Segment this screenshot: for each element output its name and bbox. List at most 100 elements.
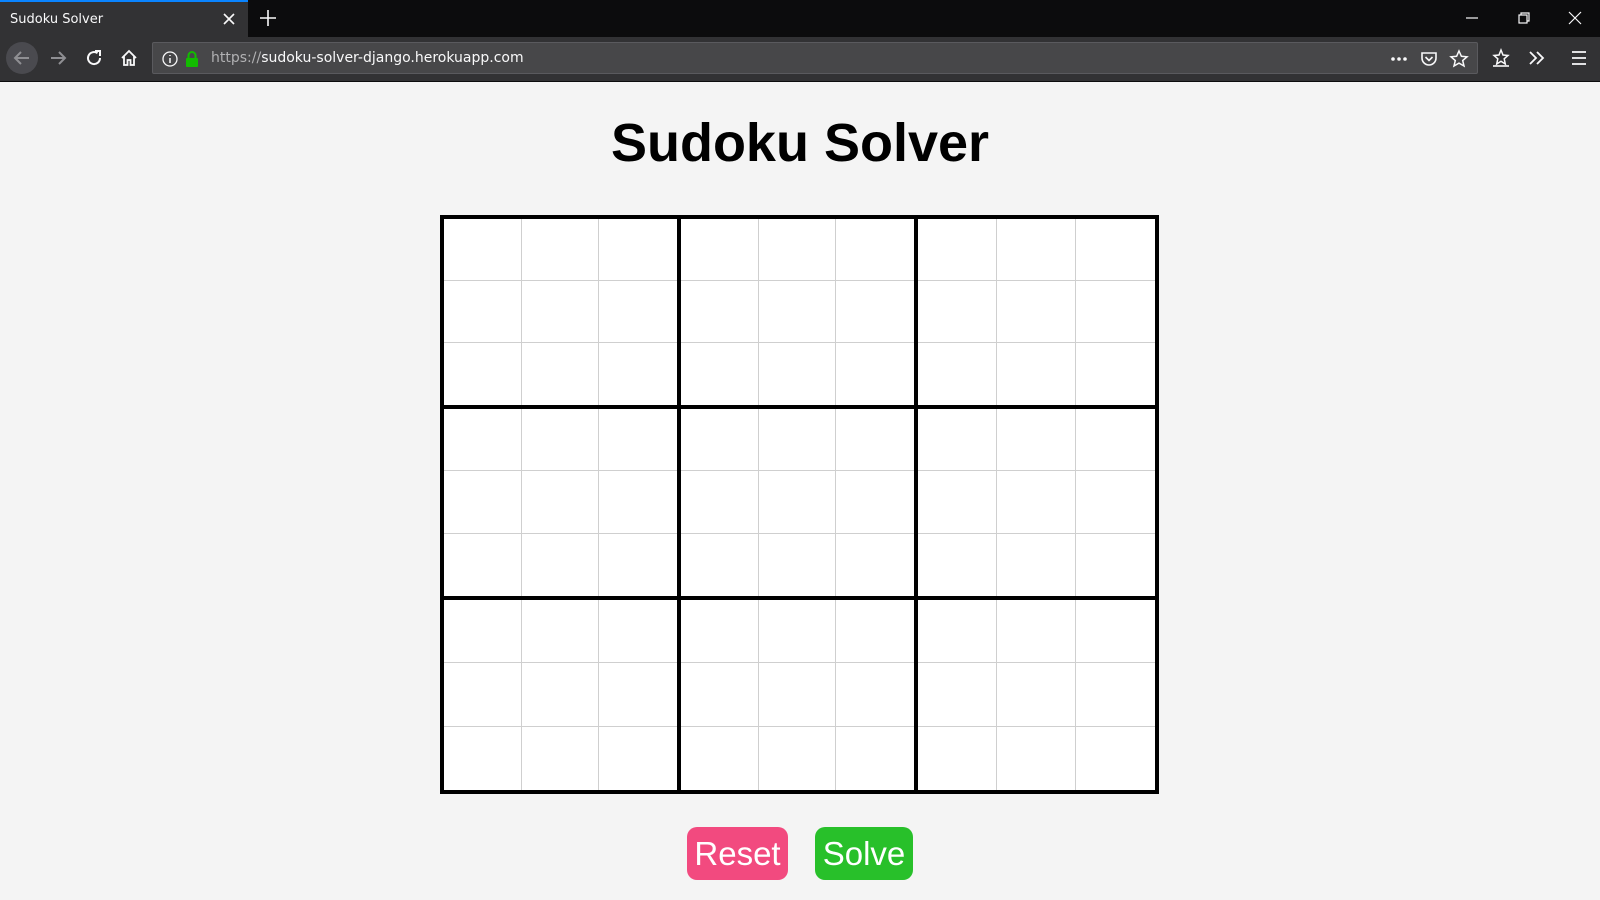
sudoku-cell[interactable]: [918, 599, 997, 664]
sudoku-cell[interactable]: [521, 726, 600, 790]
sudoku-cell[interactable]: [521, 409, 600, 472]
sudoku-cell[interactable]: [1076, 599, 1155, 664]
sudoku-cell[interactable]: [836, 663, 914, 727]
info-icon[interactable]: [161, 50, 179, 68]
minimize-icon[interactable]: [1460, 6, 1484, 30]
sudoku-cell[interactable]: [918, 471, 997, 534]
sudoku-cell[interactable]: [521, 471, 600, 534]
sudoku-cell[interactable]: [681, 471, 759, 534]
sudoku-cell[interactable]: [444, 663, 522, 727]
sudoku-cell[interactable]: [681, 343, 759, 406]
close-icon[interactable]: [220, 10, 238, 28]
sudoku-cell[interactable]: [997, 599, 1076, 664]
sudoku-cell[interactable]: [444, 343, 522, 406]
sudoku-cell[interactable]: [758, 471, 837, 534]
sudoku-cell[interactable]: [681, 726, 759, 790]
sudoku-cell[interactable]: [758, 663, 837, 727]
sudoku-cell[interactable]: [997, 663, 1076, 727]
sudoku-cell[interactable]: [758, 409, 837, 472]
sudoku-cell[interactable]: [681, 533, 759, 596]
sudoku-cell[interactable]: [918, 726, 997, 790]
sudoku-cell[interactable]: [444, 599, 522, 664]
sudoku-cell[interactable]: [599, 281, 677, 344]
sudoku-cell[interactable]: [1076, 343, 1155, 406]
sudoku-cell[interactable]: [918, 281, 997, 344]
reset-button[interactable]: Reset: [687, 827, 788, 880]
sudoku-cell[interactable]: [599, 533, 677, 596]
sudoku-cell[interactable]: [997, 533, 1076, 596]
plus-icon[interactable]: [258, 8, 278, 28]
sudoku-cell[interactable]: [444, 471, 522, 534]
sudoku-cell[interactable]: [1076, 726, 1155, 790]
sudoku-cell[interactable]: [521, 281, 600, 344]
sudoku-cell[interactable]: [521, 343, 600, 406]
more-icon[interactable]: [1389, 49, 1409, 69]
sudoku-cell[interactable]: [918, 343, 997, 406]
sudoku-cell[interactable]: [1076, 219, 1155, 282]
sudoku-cell[interactable]: [836, 343, 914, 406]
sudoku-cell[interactable]: [681, 599, 759, 664]
sudoku-cell[interactable]: [521, 663, 600, 727]
home-button[interactable]: [113, 42, 145, 74]
sudoku-cell[interactable]: [997, 219, 1076, 282]
library-icon[interactable]: [1490, 47, 1512, 69]
sudoku-cell[interactable]: [836, 533, 914, 596]
sudoku-cell[interactable]: [918, 219, 997, 282]
sudoku-cell[interactable]: [997, 281, 1076, 344]
sudoku-cell[interactable]: [1076, 409, 1155, 472]
chevron-double-right-icon[interactable]: [1526, 47, 1548, 69]
back-button[interactable]: [6, 42, 38, 74]
sudoku-cell[interactable]: [758, 219, 837, 282]
sudoku-cell[interactable]: [997, 409, 1076, 472]
sudoku-cell[interactable]: [836, 219, 914, 282]
sudoku-cell[interactable]: [836, 281, 914, 344]
sudoku-cell[interactable]: [444, 281, 522, 344]
sudoku-cell[interactable]: [599, 409, 677, 472]
sudoku-cell[interactable]: [681, 409, 759, 472]
sudoku-cell[interactable]: [681, 663, 759, 727]
sudoku-cell[interactable]: [836, 409, 914, 472]
sudoku-cell[interactable]: [599, 726, 677, 790]
sudoku-cell[interactable]: [1076, 533, 1155, 596]
sudoku-cell[interactable]: [599, 219, 677, 282]
sudoku-cell[interactable]: [758, 599, 837, 664]
sudoku-cell[interactable]: [444, 219, 522, 282]
url-bar[interactable]: https://sudoku-solver-django.herokuapp.c…: [152, 42, 1478, 74]
url-text[interactable]: https://sudoku-solver-django.herokuapp.c…: [211, 50, 524, 66]
sudoku-cell[interactable]: [997, 726, 1076, 790]
sudoku-cell[interactable]: [836, 599, 914, 664]
star-icon[interactable]: [1449, 49, 1469, 69]
sudoku-cell[interactable]: [758, 281, 837, 344]
sudoku-cell[interactable]: [444, 726, 522, 790]
sudoku-cell[interactable]: [997, 343, 1076, 406]
sudoku-cell[interactable]: [758, 343, 837, 406]
pocket-icon[interactable]: [1419, 49, 1439, 69]
sudoku-cell[interactable]: [599, 599, 677, 664]
forward-button[interactable]: [42, 42, 74, 74]
sudoku-cell[interactable]: [681, 281, 759, 344]
sudoku-cell[interactable]: [918, 533, 997, 596]
sudoku-cell[interactable]: [997, 471, 1076, 534]
lock-icon[interactable]: [183, 50, 201, 68]
sudoku-cell[interactable]: [918, 663, 997, 727]
sudoku-cell[interactable]: [521, 599, 600, 664]
reload-button[interactable]: [78, 42, 110, 74]
sudoku-cell[interactable]: [599, 663, 677, 727]
sudoku-cell[interactable]: [444, 409, 522, 472]
restore-icon[interactable]: [1512, 6, 1536, 30]
hamburger-menu-icon[interactable]: [1568, 47, 1590, 69]
sudoku-cell[interactable]: [521, 219, 600, 282]
sudoku-cell[interactable]: [1076, 471, 1155, 534]
sudoku-cell[interactable]: [521, 533, 600, 596]
sudoku-cell[interactable]: [758, 533, 837, 596]
sudoku-cell[interactable]: [918, 409, 997, 472]
sudoku-cell[interactable]: [836, 726, 914, 790]
browser-tab-sudoku-solver[interactable]: Sudoku Solver: [0, 0, 248, 37]
sudoku-cell[interactable]: [599, 343, 677, 406]
sudoku-cell[interactable]: [1076, 281, 1155, 344]
sudoku-cell[interactable]: [1076, 663, 1155, 727]
sudoku-cell[interactable]: [836, 471, 914, 534]
sudoku-cell[interactable]: [599, 471, 677, 534]
solve-button[interactable]: Solve: [815, 827, 913, 880]
sudoku-cell[interactable]: [758, 726, 837, 790]
